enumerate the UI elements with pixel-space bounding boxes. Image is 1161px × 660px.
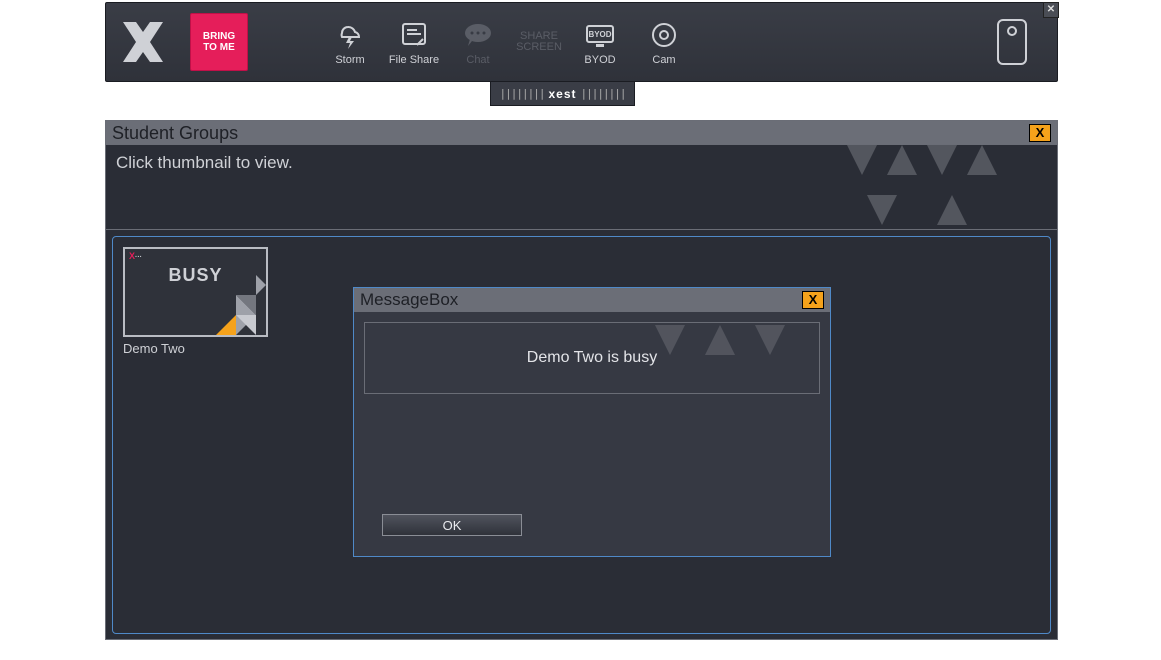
decor-pattern	[635, 322, 815, 394]
student-thumbnail[interactable]: X··· BUSY Demo Two	[123, 247, 268, 356]
panel-title-text: Student Groups	[112, 123, 238, 144]
panel-hint: Click thumbnail to view.	[106, 144, 1057, 230]
messagebox-close-button[interactable]: X	[802, 291, 824, 309]
messagebox-body: Demo Two is busy	[364, 322, 820, 394]
toolbar-item-label: Cam	[652, 54, 675, 66]
decor-triangles	[176, 265, 266, 335]
toolbar-item-sharescreen: SHARE SCREEN	[510, 12, 568, 72]
byod-icon: BYOD	[583, 18, 617, 52]
toolbar-item-label: Storm	[335, 54, 364, 66]
fileshare-icon	[399, 18, 429, 52]
content-area: X··· BUSY Demo Two MessageBox X	[112, 236, 1051, 634]
toolbar-item-chat: Chat	[446, 12, 510, 72]
toolbar-item-fileshare[interactable]: File Share	[382, 12, 446, 72]
storm-icon	[333, 18, 367, 52]
bring-to-me-button[interactable]: BRING TO ME	[190, 13, 248, 71]
messagebox-message: Demo Two is busy	[527, 349, 657, 367]
messagebox-titlebar: MessageBox X	[354, 288, 830, 312]
thumbnail-label: Demo Two	[123, 341, 268, 356]
messagebox-dialog: MessageBox X Demo Two is busy OK	[353, 287, 831, 557]
remote-icon[interactable]	[997, 19, 1027, 65]
student-groups-panel: Student Groups X Click thumbnail to view…	[105, 120, 1058, 640]
toolbar-item-label: File Share	[389, 54, 439, 66]
app-logo	[116, 15, 170, 69]
decor-pattern	[787, 145, 1047, 230]
bring-to-me-label: BRING TO ME	[203, 31, 235, 53]
toolbar-item-byod[interactable]: BYOD BYOD	[568, 12, 632, 72]
mini-brand-icon: X···	[129, 251, 142, 261]
panel-titlebar: Student Groups X	[106, 121, 1057, 145]
brand-label: xest	[548, 87, 576, 101]
thumbnail-preview: X··· BUSY	[123, 247, 268, 337]
ok-button[interactable]: OK	[382, 514, 522, 536]
decor-stripes: ||||||||	[581, 87, 626, 100]
hint-text: Click thumbnail to view.	[116, 153, 293, 172]
toolbar: ✕ BRING TO ME Storm File Share Chat SHAR…	[105, 2, 1058, 82]
cam-icon	[649, 18, 679, 52]
brand-tab[interactable]: |||||||| xest ||||||||	[490, 82, 635, 106]
toolbar-item-label: BYOD	[584, 54, 615, 66]
toolbar-item-cam[interactable]: Cam	[632, 12, 696, 72]
decor-stripes: ||||||||	[500, 87, 545, 100]
toolbar-item-storm[interactable]: Storm	[318, 12, 382, 72]
toolbar-close-button[interactable]: ✕	[1043, 2, 1059, 18]
share-label-2: SCREEN	[516, 42, 562, 53]
svg-text:BYOD: BYOD	[588, 30, 611, 39]
messagebox-title-text: MessageBox	[360, 290, 458, 310]
chat-icon	[462, 18, 494, 52]
toolbar-item-label: Chat	[466, 54, 489, 66]
panel-close-button[interactable]: X	[1029, 124, 1051, 142]
